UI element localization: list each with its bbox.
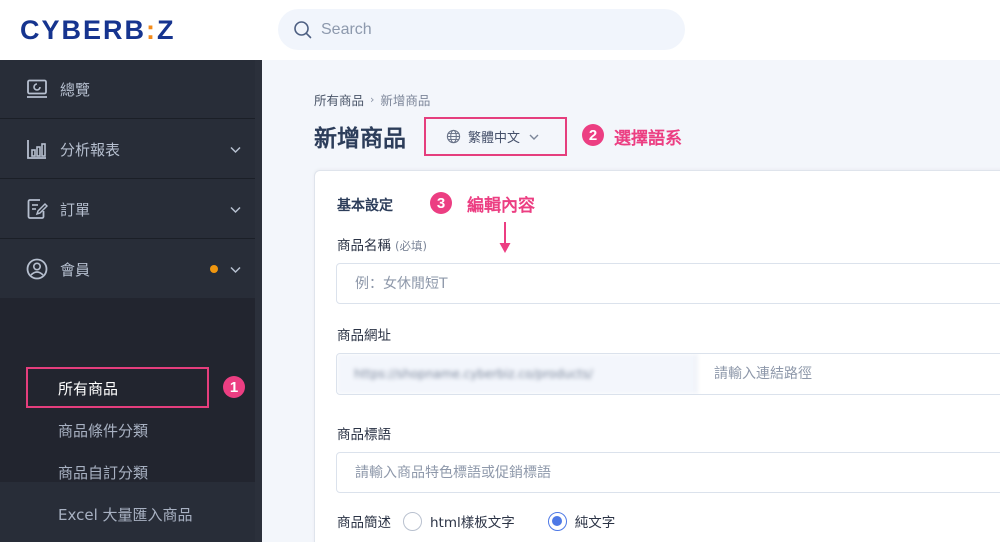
sidebar-item-members[interactable]: 會員 [0,240,255,299]
sidebar-item-orders[interactable]: 訂單 [0,180,255,239]
product-slogan-input[interactable] [336,452,1000,493]
submenu-item-excel-import[interactable]: Excel 大量匯入商品 [58,504,193,525]
annotation-step-3-label: 編輯內容 [467,196,535,216]
language-select-value: 繁體中文 [468,131,521,146]
sidebar-scrollbar[interactable] [255,60,262,542]
logo-text-suffix: Z [157,14,176,45]
page-title: 新增商品 [314,126,406,152]
submenu-item-condition-categories[interactable]: 商品條件分類 [58,420,148,441]
annotation-step-3-badge: 3 [430,192,452,214]
radio-label: 純文字 [574,515,616,531]
breadcrumb: 所有商品 › 新增商品 [314,90,430,109]
radio-circle[interactable] [403,511,422,531]
radio-label: html樣板文字 [430,515,515,531]
dashboard-monitor-icon [27,79,47,98]
sidebar-item-label: 會員 [60,260,91,279]
chevron-down-icon [230,146,241,153]
submenu-item-custom-categories[interactable]: 商品自訂分類 [58,462,148,483]
required-note: (必填) [395,239,427,253]
top-bar: CYBERB: Z [0,0,1000,60]
product-url-input[interactable] [697,354,1000,394]
product-url-field: https://shopname.cyberbiz.co/products/ [336,353,1000,395]
description-label: 商品簡述 [337,515,391,531]
globe-icon [446,129,461,144]
annotation-step-2-badge: 2 [582,124,604,146]
chevron-down-icon [230,266,241,273]
language-select[interactable]: 繁體中文 [424,117,567,156]
breadcrumb-parent-link[interactable]: 所有商品 [314,90,364,109]
notification-dot [210,265,218,273]
chevron-down-icon [529,134,539,140]
search-input[interactable] [321,20,661,39]
logo-text-prefix: CYBERB [20,14,147,45]
description-type-row: 商品簡述 html樣板文字 純文字 [337,511,615,531]
product-slogan-label: 商品標語 [337,427,391,443]
url-prefix: https://shopname.cyberbiz.co/products/ [337,354,697,394]
chevron-down-icon [230,206,241,213]
user-circle-icon [26,258,48,280]
radio-html-template[interactable]: html樣板文字 [403,511,515,531]
annotation-highlight-all-products [26,367,209,408]
breadcrumb-current: 新增商品 [380,93,431,108]
product-name-label: 商品名稱 (必填) [337,234,427,254]
cyberbiz-logo[interactable]: CYBERB: Z [20,15,176,45]
sidebar-item-overview[interactable]: 總覽 [0,60,255,119]
product-name-input[interactable] [336,263,1000,304]
product-name-label-text: 商品名稱 [337,238,391,254]
annotation-step-1-badge: 1 [223,376,245,398]
logo-dot: : [146,14,158,45]
product-url-label: 商品網址 [337,328,391,344]
radio-circle-checked[interactable] [547,511,567,531]
sidebar-item-label: 分析報表 [60,140,121,159]
bar-chart-icon [27,140,46,159]
search-icon [294,20,312,38]
order-edit-icon [27,199,48,219]
annotation-arrow-down-icon [499,222,511,253]
radio-plain-text[interactable]: 純文字 [547,511,616,531]
section-title: 基本設定 [337,198,393,214]
sidebar-item-label: 訂單 [60,200,91,219]
breadcrumb-separator-icon: › [370,93,375,106]
search-bar[interactable] [278,9,685,50]
sidebar-item-reports[interactable]: 分析報表 [0,120,255,179]
annotation-step-2-label: 選擇語系 [614,129,682,149]
sidebar-item-label: 總覽 [60,80,91,99]
